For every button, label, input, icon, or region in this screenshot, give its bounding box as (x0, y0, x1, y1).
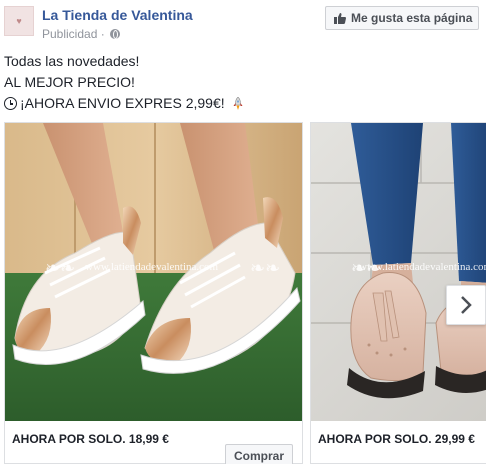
globe-icon (109, 29, 120, 39)
page-avatar[interactable]: ♥ (4, 6, 34, 36)
product-image-loafers[interactable]: www.latiendadevalentina.com ❧❧ (311, 123, 486, 421)
product-image-sneakers[interactable]: www.latiendadevalentina.com ❧❧ ❧❧ (5, 123, 302, 421)
product-caption-2: AHORA POR SOLO. 29,99 € (318, 432, 475, 446)
buy-button[interactable]: Comprar (225, 444, 293, 464)
like-page-button[interactable]: Me gusta esta página (325, 6, 479, 30)
avatar-logo: ♥ (16, 16, 22, 26)
like-button-label: Me gusta esta página (351, 11, 473, 25)
svg-text:❧❧: ❧❧ (250, 258, 280, 278)
post-line-3-text: ¡AHORA ENVIO EXPRES 2,99€! (20, 95, 225, 111)
product-caption-1: AHORA POR SOLO. 18,99 € (12, 432, 169, 446)
chevron-right-icon (461, 296, 472, 314)
product-carousel: www.latiendadevalentina.com ❧❧ ❧❧ AHORA … (4, 122, 486, 464)
post-line-1: Todas las novedades! (4, 53, 140, 69)
svg-text:❧❧: ❧❧ (45, 258, 75, 278)
watermark-text: www.latiendadevalentina.com (85, 261, 219, 273)
clock-icon (4, 97, 17, 110)
page-name-link[interactable]: La Tienda de Valentina (42, 7, 193, 23)
ad-header: ♥ La Tienda de Valentina Publicidad · Me… (0, 0, 486, 44)
post-text: Todas las novedades! AL MEJOR PRECIO! ¡A… (4, 51, 244, 114)
post-line-3: ¡AHORA ENVIO EXPRES 2,99€! (4, 93, 244, 114)
carousel-card-1[interactable]: www.latiendadevalentina.com ❧❧ ❧❧ AHORA … (4, 122, 303, 464)
svg-text:❧❧: ❧❧ (351, 258, 381, 278)
thumbs-up-icon (334, 12, 346, 24)
post-line-2: AL MEJOR PRECIO! (4, 74, 135, 90)
carousel-next-button[interactable] (446, 285, 486, 325)
sponsored-label: Publicidad · (42, 27, 120, 41)
sponsored-text: Publicidad · (42, 27, 105, 41)
rocket-icon (233, 96, 243, 110)
